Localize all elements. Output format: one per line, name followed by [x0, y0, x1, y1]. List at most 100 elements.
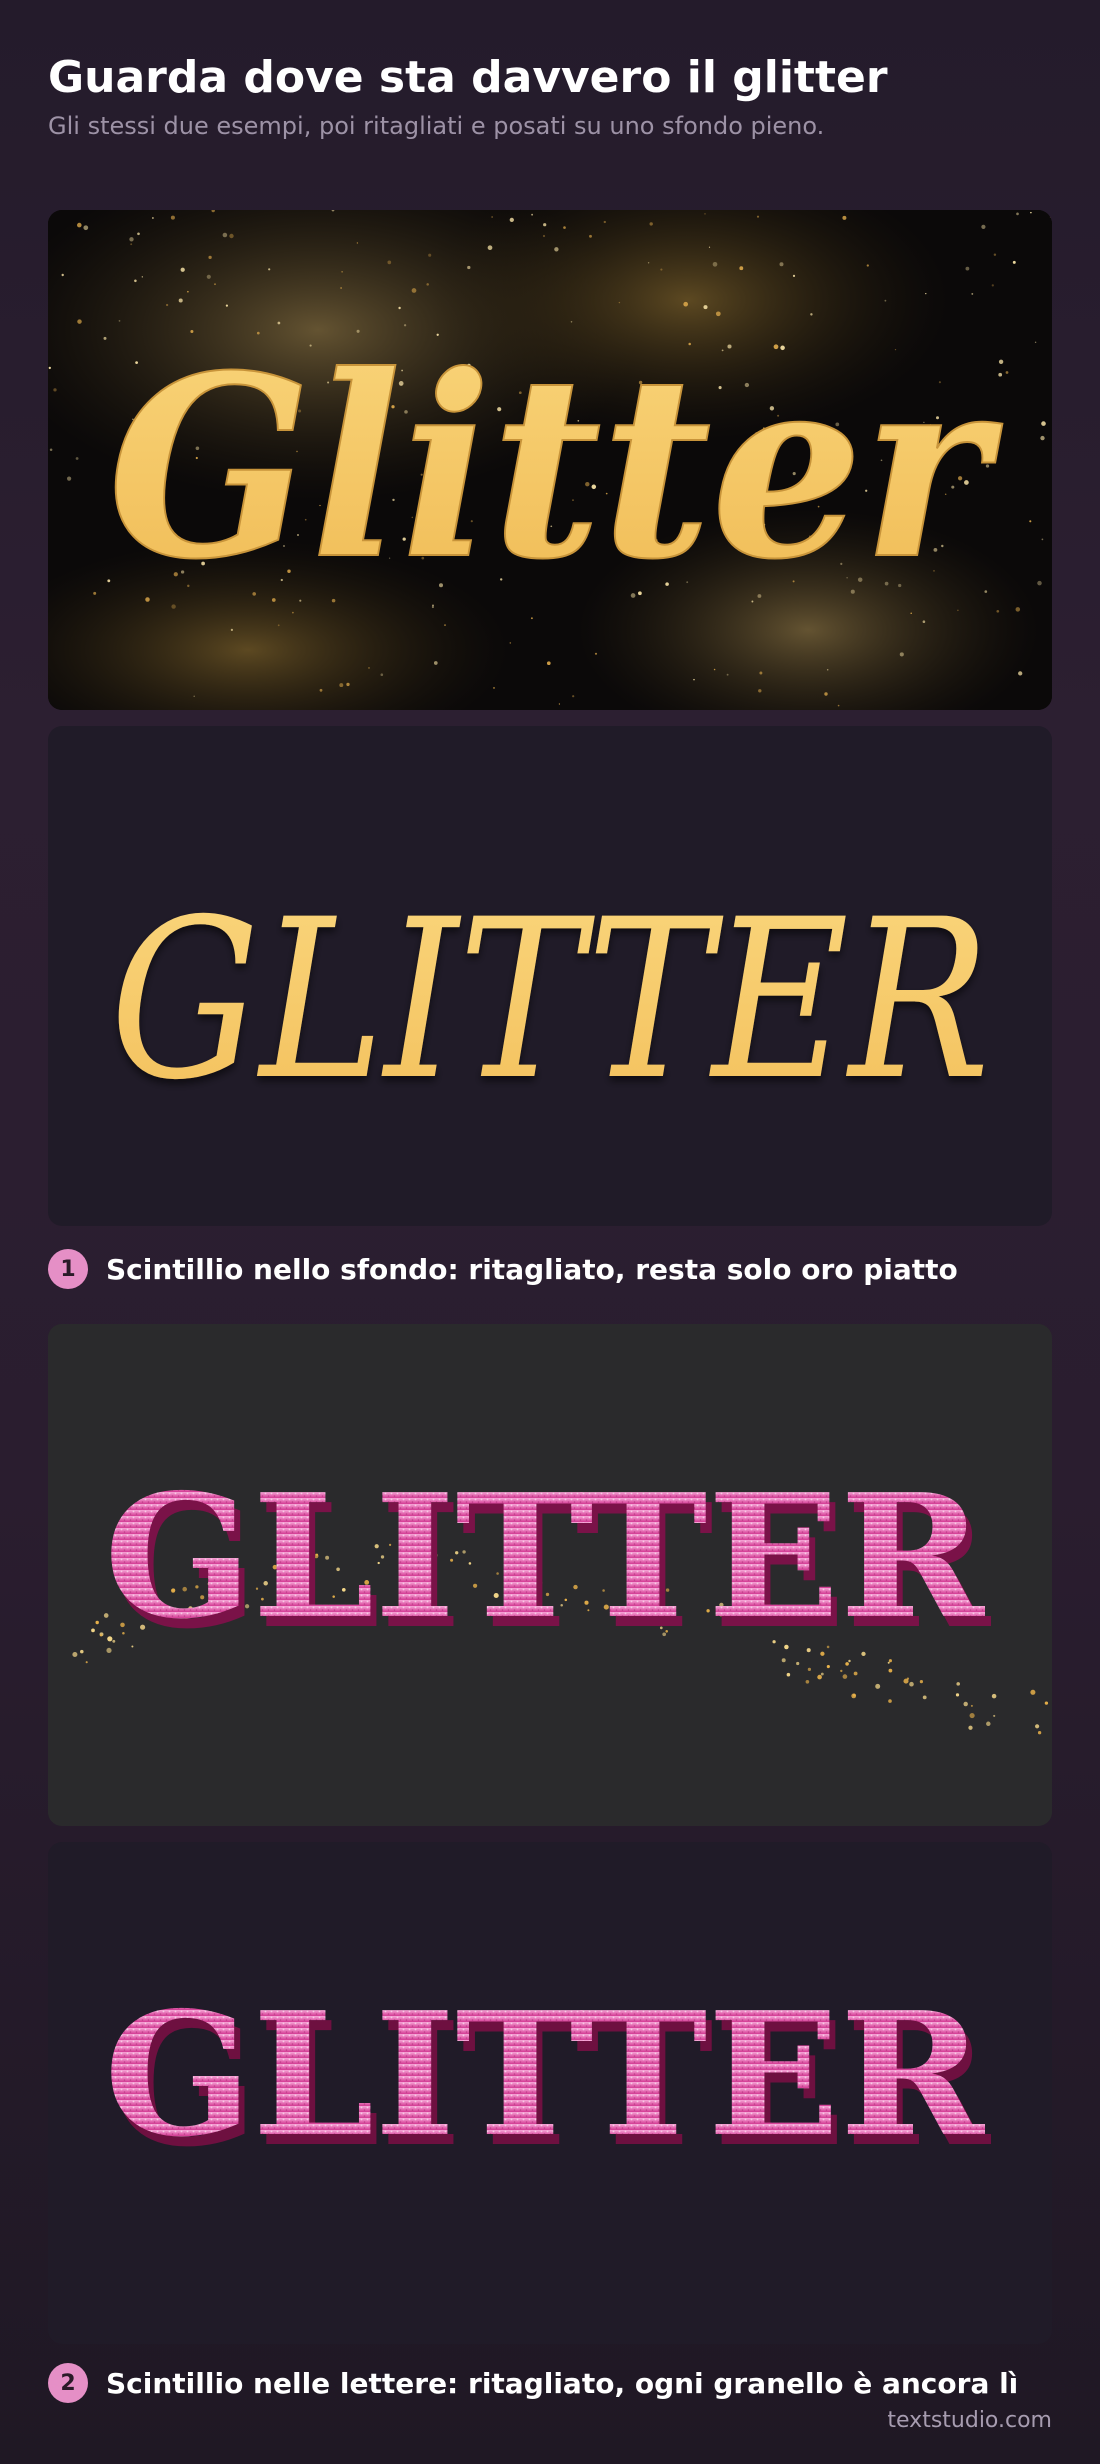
sparkle-dot [1012, 260, 1016, 264]
sparkle-dot [1041, 421, 1046, 426]
sparkle-dot [969, 1713, 975, 1719]
sparkle-dot [77, 222, 82, 228]
sparkle-dot [922, 620, 926, 623]
sparkle-dot [779, 262, 784, 267]
sparkle-dot [925, 292, 927, 295]
example-1-cropped-word: GLITTER [110, 872, 990, 1128]
sparkle-dot [715, 311, 721, 317]
sparkle-dot [77, 319, 82, 324]
sparkle-dot [851, 1693, 857, 1699]
sparkle-dot [214, 283, 216, 286]
example-1-original-word: Glitter [108, 320, 1003, 614]
sparkle-dot [1015, 607, 1021, 612]
sparkle-dot [80, 1649, 84, 1654]
sparkle-dot [713, 668, 716, 671]
sparkle-dot [903, 1678, 909, 1684]
sparkle-dot [48, 366, 51, 370]
sparkle-dot [1018, 671, 1023, 676]
sparkle-dot [726, 673, 729, 676]
sparkle-dot [826, 668, 829, 671]
sparkle-dot [428, 253, 432, 257]
sparkle-dot [970, 1704, 973, 1707]
example-2-original-word: GLITTER [104, 1457, 986, 1657]
sparkle-dot [433, 661, 438, 665]
pink-glitter-scene: GLITTER GLITTER [48, 1324, 1052, 1826]
sparkle-dot [543, 223, 547, 227]
sparkle-dot [993, 253, 997, 256]
sparkle-dot [693, 678, 695, 681]
sparkle-dot [756, 215, 760, 218]
sparkle-dot [206, 274, 211, 279]
sparkle-dot [1035, 1724, 1040, 1729]
sparkle-dot [820, 1672, 824, 1676]
sparkle-dot [884, 299, 887, 302]
sparkle-dot [649, 222, 653, 226]
sparkle-dot [758, 689, 762, 693]
gold-glitter-scene: Glitter [48, 210, 1052, 710]
sparkle-dot [85, 1661, 88, 1664]
sparkle-dot [998, 372, 1003, 377]
sparkle-dot [996, 609, 1000, 613]
sparkle-dot [277, 624, 280, 627]
sparkle-dot [134, 279, 137, 283]
sparkle-dot [899, 652, 904, 657]
sparkle-dot [53, 388, 57, 392]
sparkle-dot [1030, 211, 1032, 214]
sparkle-dot [805, 1679, 810, 1684]
example-1-original-image: Glitter [48, 210, 1052, 710]
sparkle-dot [99, 1634, 103, 1637]
sparkle-dot [807, 1667, 812, 1672]
step-badge-2: 2 [48, 2363, 88, 2403]
sparkle-dot [919, 1680, 924, 1684]
sparkle-dot [165, 303, 169, 307]
sparkle-dot [426, 283, 429, 286]
sparkle-dot [230, 628, 234, 632]
sparkle-dot [356, 242, 359, 244]
sparkle-dot [141, 276, 143, 278]
sparkle-dot [1044, 1701, 1049, 1705]
sparkle-dot [129, 237, 134, 242]
sparkle-dot [956, 1682, 960, 1686]
sparkle-dot [319, 688, 323, 692]
sparkle-dot [178, 298, 183, 303]
sparkle-dot [853, 1671, 858, 1676]
sparkle-dot [840, 1669, 843, 1673]
sparkle-dot [368, 666, 370, 669]
brand-watermark: textstudio.com [887, 2408, 1052, 2433]
sparkle-dot [398, 306, 401, 310]
sparkle-dot [229, 233, 234, 239]
sparkle-dot [509, 642, 512, 644]
sparkle-dot [93, 591, 97, 595]
sparkle-dot [268, 268, 271, 271]
page-subtitle: Gli stessi due esempi, poi ritagliati e … [48, 112, 825, 140]
sparkle-dot [509, 217, 514, 223]
page-title: Guarda dove sta davvero il glitter [48, 52, 888, 103]
sparkle-dot [991, 284, 994, 287]
sparkle-dot [739, 266, 744, 271]
sparkle-dot [1037, 580, 1042, 586]
sparkle-dot [380, 673, 384, 676]
step-badge-1: 1 [48, 1249, 88, 1289]
sparkle-dot [993, 1714, 996, 1717]
sparkle-dot [704, 213, 706, 215]
example-2-caption: 2 Scintillio nelle lettere: ritagliato, … [48, 2363, 1018, 2403]
sparkle-dot [225, 304, 228, 307]
sparkle-dot [660, 268, 663, 271]
flat-pink-scene: GLITTER GLITTER [104, 1975, 992, 2185]
sparkle-dot [792, 274, 796, 277]
sparkle-dot [75, 457, 79, 460]
sparkle-dot [340, 287, 342, 289]
sparkle-dot [991, 1693, 997, 1699]
sparkle-dot [589, 234, 592, 238]
example-1-cropped-image: GLITTER [48, 726, 1052, 1226]
sparkle-dot [1040, 435, 1045, 441]
sparkle-dot [137, 232, 140, 236]
sparkle-dot [810, 313, 813, 316]
sparkle-dot [346, 682, 350, 687]
sparkle-dot [67, 476, 72, 481]
sparkle-dot [61, 273, 64, 277]
sparkle-dot [1029, 520, 1032, 523]
sparkle-dot [875, 1683, 881, 1689]
sparkle-dot [563, 226, 566, 229]
sparkle-dot [170, 215, 175, 220]
